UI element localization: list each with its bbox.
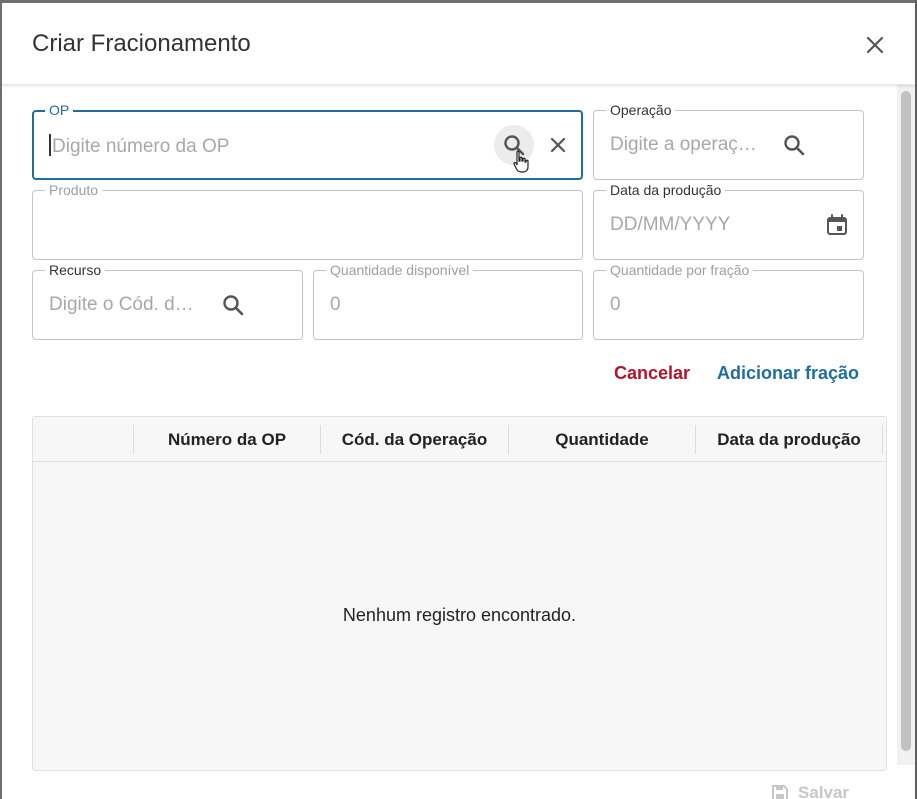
dialog-title: Criar Fracionamento [32, 30, 251, 57]
calendar-button[interactable] [817, 205, 857, 245]
op-label: OP [45, 102, 74, 118]
close-icon [866, 36, 884, 54]
data-producao-label: Data da produção [606, 182, 726, 198]
data-producao-field[interactable]: Data da produção DD/MM/YYYY [593, 182, 864, 260]
table-header: Número da OP Cód. da Operação Quantidade… [33, 417, 886, 462]
recurso-field[interactable]: Recurso Digite o Cód. d… [32, 262, 303, 340]
quantidade-disponivel-value: 0 [330, 294, 341, 315]
search-icon [223, 295, 244, 316]
save-icon [772, 785, 788, 799]
empty-state-message: Nenhum registro encontrado. [342, 605, 577, 625]
create-fraction-dialog: Criar Fracionamento OP Digite número da … [2, 3, 915, 799]
op-field[interactable]: OP Digite número da OP [32, 102, 583, 180]
quantidade-disponivel-label: Quantidade disponível [326, 262, 474, 278]
operacao-label: Operação [606, 102, 676, 118]
column-header-select[interactable] [33, 417, 133, 462]
quantidade-por-fracao-field: Quantidade por fração 0 [593, 262, 864, 340]
scrollbar-thumb[interactable] [901, 91, 911, 751]
operacao-input[interactable]: Digite a operaç… [610, 134, 757, 156]
add-fraction-button[interactable]: Adicionar fração [717, 363, 859, 384]
recurso-search-button[interactable] [213, 285, 253, 325]
op-input[interactable]: Digite número da OP [49, 134, 229, 158]
column-header-numero-op[interactable]: Número da OP [134, 417, 320, 462]
text-caret [49, 134, 51, 156]
recurso-label: Recurso [45, 262, 106, 278]
op-placeholder: Digite número da OP [52, 136, 230, 157]
pointer-cursor-icon [513, 150, 529, 173]
produto-label: Produto [45, 182, 103, 198]
recurso-input[interactable]: Digite o Cód. d… [49, 294, 194, 316]
save-label: Salvar [798, 783, 850, 799]
vertical-scrollbar[interactable] [897, 85, 915, 765]
operacao-search-button[interactable] [774, 125, 814, 165]
quantidade-por-fracao-label: Quantidade por fração [606, 262, 754, 278]
column-header-cod-operacao[interactable]: Cód. da Operação [321, 417, 508, 462]
column-header-quantidade[interactable]: Quantidade [509, 417, 695, 462]
produto-field: Produto [32, 182, 583, 260]
operacao-field[interactable]: Operação Digite a operaç… [593, 102, 864, 180]
dialog-header: Criar Fracionamento [2, 3, 915, 85]
save-button[interactable]: Salvar [770, 783, 849, 799]
column-header-data-producao[interactable]: Data da produção [696, 417, 882, 462]
column-separator [882, 425, 883, 454]
op-clear-button[interactable] [538, 125, 578, 165]
calendar-icon [827, 214, 847, 235]
data-producao-input[interactable]: DD/MM/YYYY [610, 214, 730, 236]
close-icon [550, 137, 566, 153]
fractions-table: Número da OP Cód. da Operação Quantidade… [32, 416, 887, 771]
close-button[interactable] [862, 32, 888, 58]
quantidade-disponivel-field: Quantidade disponível 0 [313, 262, 583, 340]
quantidade-por-fracao-value: 0 [610, 294, 621, 315]
cancel-button[interactable]: Cancelar [614, 363, 690, 384]
search-icon [784, 135, 805, 156]
